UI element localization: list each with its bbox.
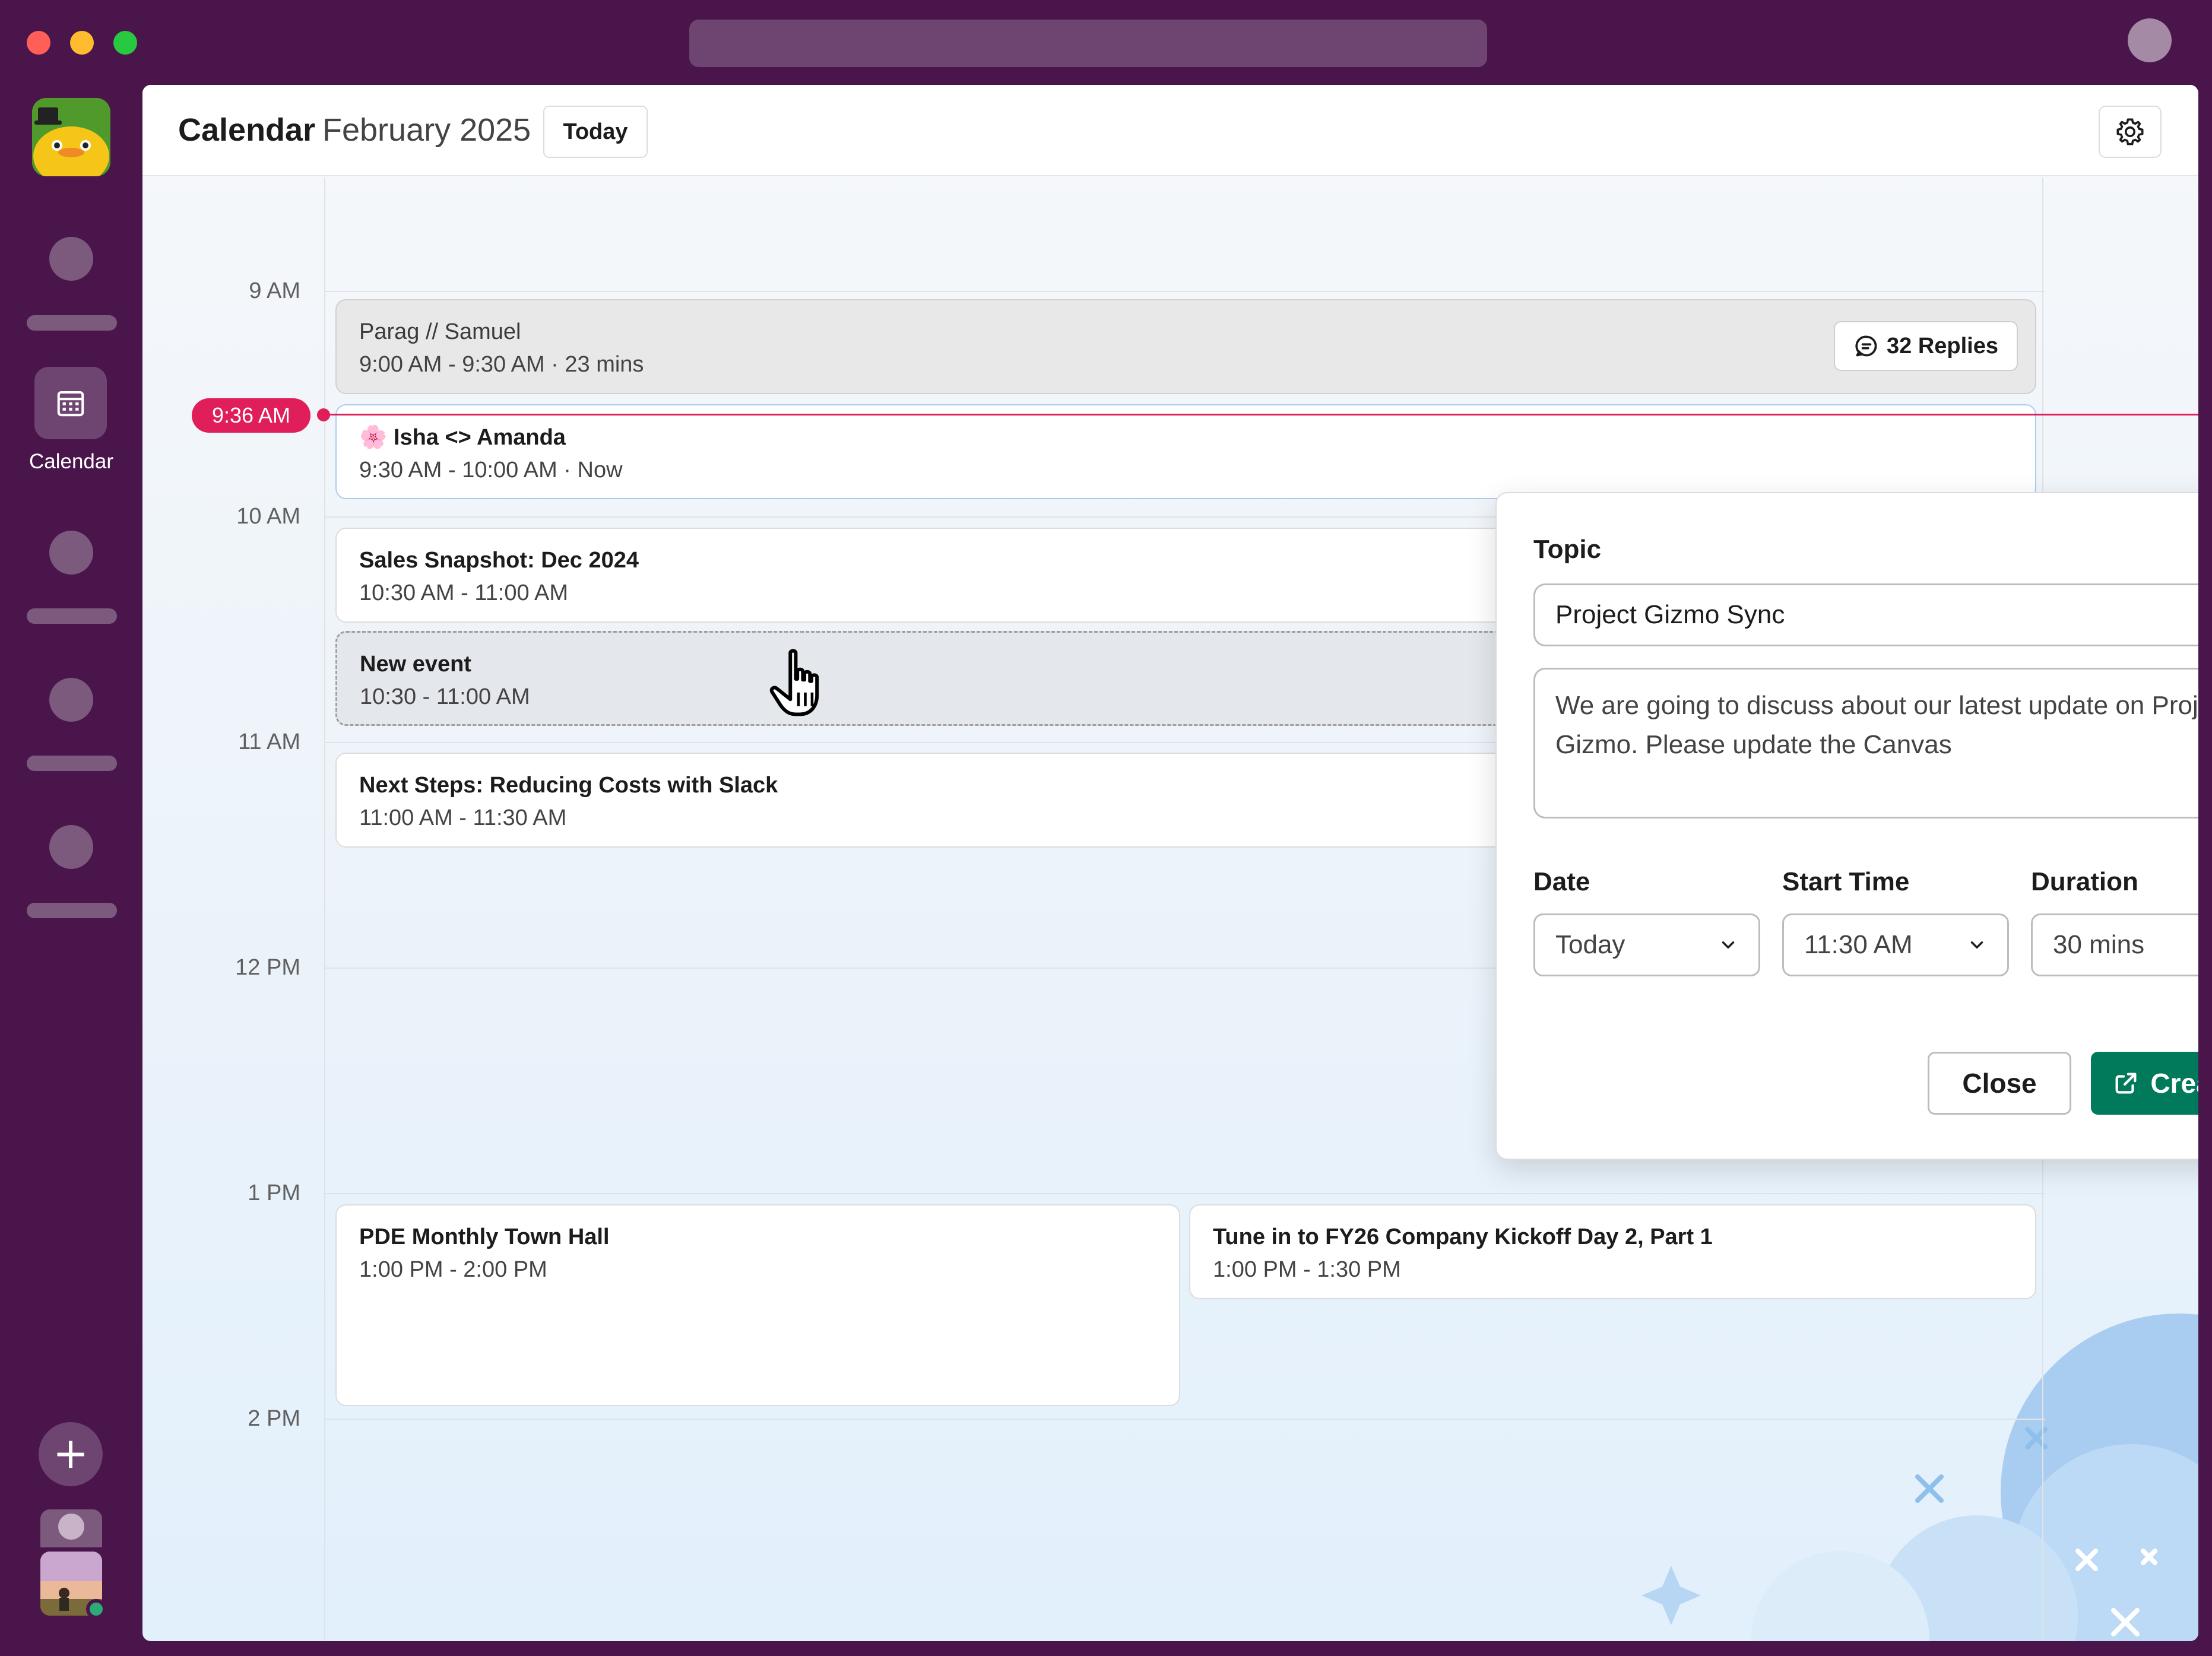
grid-left-border [324, 177, 325, 1641]
calendar-main: Calendar February 2025 Today 9 AM 10 AM … [142, 85, 2198, 1641]
clouds-illustration [1641, 1314, 2198, 1641]
hour-label: 12 PM [235, 955, 300, 980]
event-time: 1:00 PM - 2:00 PM [359, 1257, 547, 1282]
current-month: February 2025 [322, 112, 531, 148]
workspace-dot[interactable] [49, 678, 93, 722]
gear-icon [2116, 118, 2144, 145]
hour-line [325, 1193, 2045, 1194]
event-title: Isha <> Amanda [393, 425, 566, 450]
start-time-select[interactable]: 11:30 AM [1782, 913, 2009, 976]
hour-label: 1 PM [248, 1181, 300, 1205]
calendar-nav-button[interactable] [34, 367, 107, 439]
topic-input[interactable]: Project Gizmo Sync [1533, 583, 2198, 646]
event-title: Parag // Samuel [359, 319, 521, 344]
create-event-dialog: Topic Project Gizmo Sync We are going to… [1495, 492, 2198, 1160]
chevron-down-icon [1722, 941, 1735, 948]
workspace-line [27, 756, 117, 771]
workspace-dot[interactable] [49, 237, 93, 281]
event-title: Tune in to FY26 Company Kickoff Day 2, P… [1213, 1224, 1713, 1249]
maximize-window-button[interactable] [113, 31, 137, 55]
duration-value: 30 mins [2053, 930, 2145, 959]
flower-icon: 🌸 [359, 425, 388, 450]
hour-label: 10 AM [236, 504, 300, 529]
user-avatar[interactable] [2128, 18, 2172, 62]
event-title-row: 🌸 Isha <> Amanda [359, 424, 2013, 451]
event-time: 1:00 PM - 1:30 PM [1213, 1257, 1401, 1282]
chevron-down-icon [1970, 941, 1983, 948]
hour-label: 9 AM [249, 278, 300, 303]
search-bar[interactable] [689, 20, 1487, 67]
calendar-nav-label: Calendar [28, 450, 114, 473]
date-select[interactable]: Today [1533, 913, 1760, 976]
current-time-badge: 9:36 AM [192, 398, 310, 433]
topic-label: Topic [1533, 535, 1602, 564]
online-status-icon [86, 1599, 106, 1619]
event-card[interactable]: Tune in to FY26 Company Kickoff Day 2, P… [1189, 1204, 2036, 1299]
hour-label: 2 PM [248, 1406, 300, 1431]
replies-button[interactable]: 32 Replies [1834, 321, 2018, 371]
workspace-line [27, 608, 117, 624]
event-card[interactable]: PDE Monthly Town Hall 1:00 PM - 2:00 PM [335, 1204, 1180, 1406]
replies-count: 32 Replies [1887, 333, 1998, 359]
current-time-dot [317, 408, 330, 421]
calendar-icon [57, 391, 84, 417]
app-logo[interactable] [32, 98, 110, 176]
duration-label: Duration [2031, 867, 2138, 896]
minimize-window-button[interactable] [70, 31, 94, 55]
start-time-value: 11:30 AM [1804, 930, 1913, 959]
date-label: Date [1533, 867, 1590, 896]
close-window-button[interactable] [27, 31, 50, 55]
workspace-dot[interactable] [49, 531, 93, 575]
event-card[interactable]: Parag // Samuel 9:00 AM - 9:30 AM · 23 m… [335, 299, 2036, 394]
hour-line [325, 1419, 2045, 1420]
calendar-header: Calendar February 2025 Today [142, 85, 2198, 176]
create-button-label: Create [2150, 1068, 2198, 1099]
duration-select[interactable]: 30 mins [2031, 913, 2198, 976]
event-time: 9:00 AM - 9:30 AM · 23 mins [359, 352, 644, 377]
start-time-label: Start Time [1782, 867, 1910, 896]
event-title: PDE Monthly Town Hall [359, 1224, 610, 1249]
hour-line [325, 291, 2045, 292]
account-dot [58, 1514, 84, 1540]
today-button[interactable]: Today [543, 106, 648, 158]
workspace-line [27, 903, 117, 918]
workspace-dot[interactable] [49, 825, 93, 869]
event-card-current[interactable]: 🌸 Isha <> Amanda 9:30 AM - 10:00 AM · No… [335, 404, 2036, 499]
add-icon[interactable]: + [39, 1422, 103, 1486]
message-icon [1855, 335, 1877, 357]
workspace-line [27, 315, 117, 331]
description-textarea[interactable]: We are going to discuss about our latest… [1533, 668, 2198, 819]
settings-button[interactable] [2099, 106, 2162, 158]
page-title: Calendar [178, 112, 316, 148]
close-button[interactable]: Close [1928, 1052, 2071, 1115]
external-link-icon [2115, 1073, 2137, 1094]
event-time: 9:30 AM - 10:00 AM · Now [359, 458, 623, 483]
hand-cursor-icon [769, 649, 819, 716]
create-button[interactable]: Create [2091, 1052, 2198, 1115]
duck-logo-icon [32, 98, 110, 176]
date-value: Today [1555, 930, 1625, 959]
hour-label: 11 AM [238, 729, 300, 754]
current-time-line [324, 414, 2198, 415]
